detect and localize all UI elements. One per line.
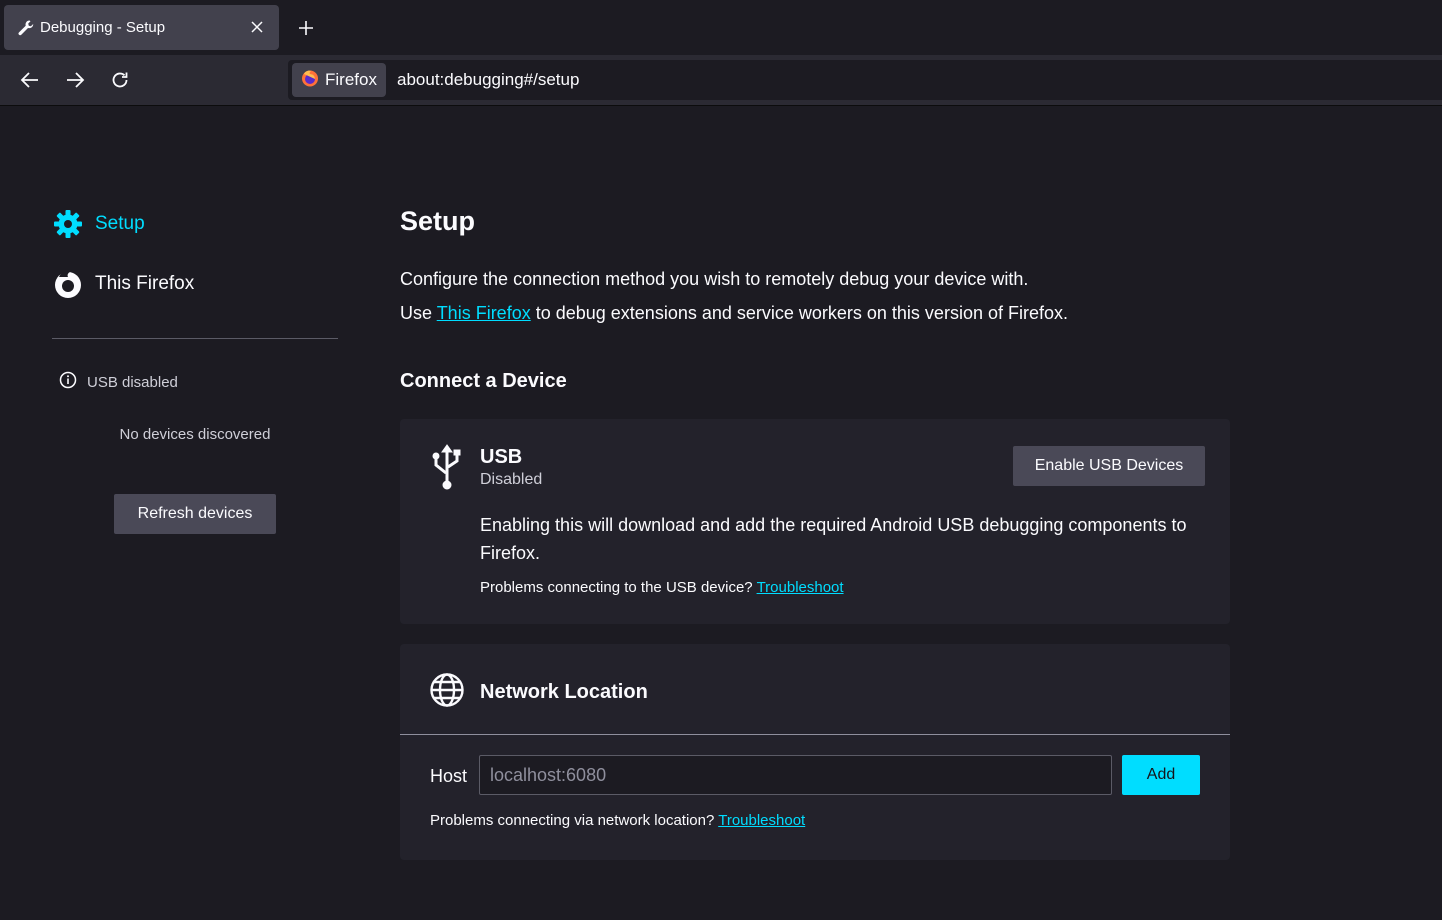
wrench-icon [16, 18, 36, 38]
network-location-card: Network Location Host Add Problems conne… [400, 644, 1230, 860]
sidebar-divider [52, 338, 338, 339]
tab-debugging-setup[interactable]: Debugging - Setup [4, 5, 279, 50]
enable-usb-devices-button[interactable]: Enable USB Devices [1013, 446, 1205, 486]
usb-status-message: USB disabled [59, 371, 178, 393]
usb-icon [428, 443, 466, 493]
sidebar-item-setup[interactable]: Setup [52, 208, 145, 240]
reload-icon [112, 72, 128, 88]
sidebar-item-this-firefox[interactable]: This Firefox [52, 268, 194, 300]
close-icon[interactable] [247, 17, 267, 37]
usb-troubleshoot-text: Problems connecting to the USB device? T… [480, 579, 844, 596]
identity-label: Firefox [325, 70, 377, 89]
tab-title: Debugging - Setup [40, 19, 166, 36]
back-button[interactable] [18, 68, 42, 92]
host-input[interactable] [479, 755, 1112, 795]
new-tab-button[interactable] [293, 15, 319, 41]
sidebar-item-label: This Firefox [95, 273, 195, 294]
firefox-logo-icon [52, 268, 84, 300]
connect-device-title: Connect a Device [400, 370, 567, 392]
plus-icon [299, 21, 313, 35]
network-troubleshoot-text: Problems connecting via network location… [430, 812, 805, 829]
intro-text: Configure the connection method you wish… [400, 269, 1029, 289]
url-text: about:debugging#/setup [397, 70, 580, 89]
tab-strip: Debugging - Setup [0, 0, 1442, 55]
network-troubleshoot-prefix: Problems connecting via network location… [430, 812, 719, 829]
intro-prefix: Use [400, 303, 437, 323]
gear-icon [52, 208, 84, 240]
usb-status-text: USB disabled [87, 373, 178, 391]
info-icon [59, 371, 77, 393]
intro-text-this-firefox: Use This Firefox to debug extensions and… [400, 303, 1068, 324]
usb-title: USB [480, 446, 523, 468]
reload-button[interactable] [108, 68, 132, 92]
usb-status: Disabled [480, 471, 543, 488]
network-troubleshoot-link[interactable]: Troubleshoot [718, 812, 805, 829]
globe-icon [429, 672, 465, 708]
network-location-title: Network Location [480, 681, 648, 703]
usb-description: Enabling this will download and add the … [480, 515, 1187, 563]
forward-button[interactable] [63, 68, 87, 92]
refresh-devices-button[interactable]: Refresh devices [114, 494, 276, 534]
add-button[interactable]: Add [1122, 755, 1200, 795]
usb-troubleshoot-link[interactable]: Troubleshoot [757, 579, 844, 596]
usb-troubleshoot-prefix: Problems connecting to the USB device? [480, 579, 757, 596]
identity-box[interactable]: Firefox [292, 63, 386, 97]
sidebar-item-label: Setup [95, 213, 145, 234]
this-firefox-link[interactable]: This Firefox [437, 303, 531, 323]
navigation-toolbar: Firefox about:debugging#/setup [0, 55, 1442, 106]
intro-suffix: to debug extensions and service workers … [530, 303, 1068, 323]
host-label: Host [430, 766, 468, 786]
page-title: Setup [400, 206, 476, 236]
usb-card: USB Disabled Enable USB Devices Enabling… [400, 419, 1230, 624]
arrow-left-icon [20, 72, 38, 88]
arrow-right-icon [67, 72, 85, 88]
network-divider [400, 734, 1230, 735]
firefox-logo-icon [301, 69, 319, 92]
url-bar[interactable]: Firefox about:debugging#/setup [288, 60, 1442, 100]
no-devices-message: No devices discovered [119, 426, 271, 443]
